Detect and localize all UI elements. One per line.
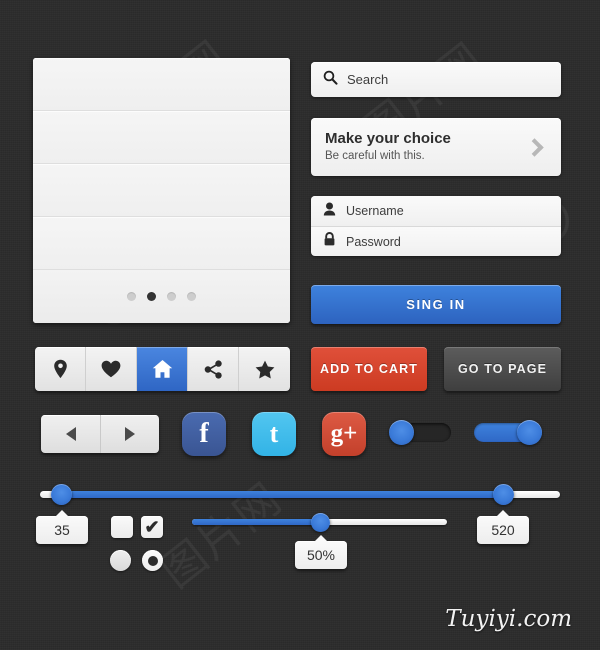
- ui-kit-canvas: ○ 图片网 ○ ○ 图片网 图片网 Search Make your choic…: [0, 0, 600, 650]
- choice-card-subtitle: Be careful with this.: [325, 149, 425, 162]
- twitter-button[interactable]: t: [252, 412, 296, 456]
- twitter-icon: t: [269, 419, 279, 448]
- add-to-cart-button[interactable]: ADD TO CART: [311, 347, 427, 391]
- pagination-dot-active[interactable]: [147, 292, 156, 301]
- toolbar-item-location[interactable]: [35, 347, 86, 391]
- choice-card-text: Make your choice Be careful with this.: [325, 130, 451, 164]
- range-slider[interactable]: [40, 484, 560, 505]
- pagination-dots: [33, 270, 290, 323]
- toolbar-item-share[interactable]: [188, 347, 239, 391]
- go-to-page-button[interactable]: GO TO PAGE: [444, 347, 561, 391]
- toolbar-item-favorite[interactable]: [86, 347, 137, 391]
- location-icon: [53, 359, 68, 379]
- single-slider[interactable]: [192, 513, 447, 532]
- signin-button[interactable]: SING IN: [311, 285, 561, 324]
- toolbar-item-star[interactable]: [239, 347, 290, 391]
- triangle-right-icon: [125, 427, 135, 441]
- lock-icon: [323, 232, 336, 251]
- user-icon: [323, 202, 336, 221]
- slider-handle-min[interactable]: [50, 484, 72, 505]
- username-field[interactable]: Username: [311, 196, 561, 226]
- toolbar-item-home[interactable]: [137, 347, 188, 391]
- password-field[interactable]: Password: [311, 226, 561, 256]
- toggle-knob[interactable]: [389, 420, 414, 445]
- search-icon: [323, 70, 338, 90]
- checkmark-icon: ✔: [144, 517, 160, 537]
- brand-watermark: Tuyiyi.com: [445, 606, 572, 632]
- pagination-dot[interactable]: [167, 292, 176, 301]
- facebook-button[interactable]: f: [182, 412, 226, 456]
- icon-toolbar: [35, 347, 290, 391]
- toggle-switch-on[interactable]: [474, 420, 542, 445]
- list-item[interactable]: [33, 58, 290, 111]
- radio-dot-icon: [147, 555, 158, 566]
- toggle-knob[interactable]: [517, 420, 542, 445]
- slider-handle-max[interactable]: [492, 484, 514, 505]
- pagination-dot[interactable]: [127, 292, 136, 301]
- slider-tooltip-value: 50%: [295, 535, 347, 569]
- search-placeholder: Search: [347, 72, 389, 87]
- choice-card[interactable]: Make your choice Be careful with this.: [311, 118, 561, 176]
- username-placeholder: Username: [346, 204, 404, 218]
- next-button[interactable]: [100, 415, 159, 453]
- list-panel: [33, 58, 290, 323]
- radio-selected[interactable]: [142, 550, 163, 571]
- star-icon: [255, 360, 275, 379]
- checkbox-checked[interactable]: ✔: [141, 516, 163, 538]
- slider-tooltip-min: 35: [36, 510, 88, 544]
- slider-fill: [192, 519, 320, 525]
- triangle-left-icon: [65, 427, 76, 441]
- slider-fill: [60, 491, 503, 498]
- prev-button[interactable]: [41, 415, 100, 453]
- radio-unselected[interactable]: [110, 550, 131, 571]
- slider-handle[interactable]: [310, 513, 330, 532]
- arrow-pager: [41, 415, 159, 453]
- home-icon: [152, 359, 173, 379]
- share-icon: [204, 359, 223, 379]
- choice-card-title: Make your choice: [325, 129, 451, 147]
- heart-icon: [101, 360, 121, 378]
- googleplus-button[interactable]: g+: [322, 412, 366, 456]
- list-item[interactable]: [33, 111, 290, 164]
- chevron-right-icon: [525, 137, 544, 157]
- googleplus-icon: g+: [330, 420, 358, 447]
- password-placeholder: Password: [346, 234, 401, 249]
- checkbox-unchecked[interactable]: [111, 516, 133, 538]
- list-item[interactable]: [33, 217, 290, 270]
- pagination-dot[interactable]: [187, 292, 196, 301]
- list-item[interactable]: [33, 164, 290, 217]
- facebook-icon: f: [199, 418, 209, 449]
- toggle-switch-off[interactable]: [389, 420, 451, 445]
- search-input[interactable]: Search: [311, 62, 561, 97]
- credentials-group: Username Password: [311, 196, 561, 256]
- slider-tooltip-max: 520: [477, 510, 529, 544]
